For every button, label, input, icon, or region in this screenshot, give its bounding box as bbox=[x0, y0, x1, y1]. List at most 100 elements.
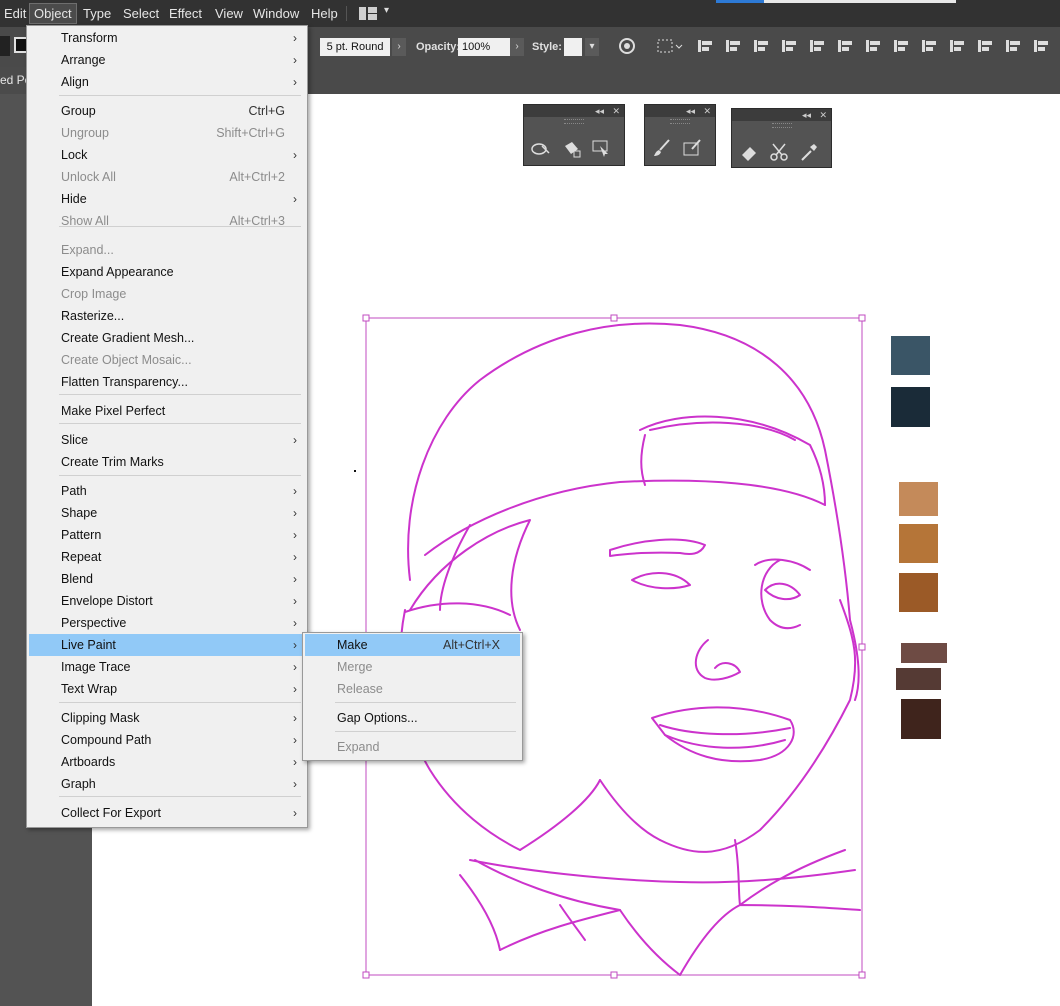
color-swatch[interactable] bbox=[899, 482, 938, 516]
distribute-left-icon[interactable] bbox=[948, 37, 966, 55]
close-icon[interactable]: ✕ bbox=[612, 105, 620, 117]
menu-item-rasterize[interactable]: Rasterize... bbox=[29, 305, 305, 327]
align-distribute-toolbar bbox=[696, 37, 1060, 57]
align-right-icon[interactable] bbox=[752, 37, 770, 55]
opacity-arrow-button[interactable]: › bbox=[510, 38, 524, 56]
align-vertical-center-icon[interactable] bbox=[808, 37, 826, 55]
menu-item-envelope-distort[interactable]: Envelope Distort › bbox=[29, 590, 305, 612]
search-field[interactable] bbox=[764, 0, 956, 3]
transform-icon[interactable] bbox=[1032, 37, 1050, 55]
menu-item-label: Make Pixel Perfect bbox=[61, 404, 166, 418]
menu-item-live-paint[interactable]: Live Paint › bbox=[29, 634, 305, 656]
menu-item-artboards[interactable]: Artboards › bbox=[29, 751, 305, 773]
menu-item-label: Crop Image bbox=[61, 287, 127, 301]
opacity-field[interactable]: 100% bbox=[458, 38, 512, 56]
shape-builder-icon[interactable] bbox=[530, 137, 552, 159]
menu-item-shape[interactable]: Shape › bbox=[29, 502, 305, 524]
live-paint-selection-icon[interactable] bbox=[590, 137, 612, 159]
menu-view[interactable]: View bbox=[211, 4, 247, 23]
menu-item-graph[interactable]: Graph › bbox=[29, 773, 305, 795]
distribute-top-icon[interactable] bbox=[864, 37, 882, 55]
panel-title-bar[interactable] bbox=[524, 105, 624, 117]
close-icon[interactable]: ✕ bbox=[819, 109, 827, 121]
menu-item-expand-appearance[interactable]: Expand Appearance bbox=[29, 261, 305, 283]
color-swatch[interactable] bbox=[899, 573, 938, 612]
stroke-color-icon[interactable] bbox=[0, 36, 10, 56]
menu-edit[interactable]: Edit bbox=[0, 4, 30, 23]
menu-item-compound-path[interactable]: Compound Path › bbox=[29, 729, 305, 751]
menu-item-create-gradient-mesh[interactable]: Create Gradient Mesh... bbox=[29, 327, 305, 349]
distribute-right-icon[interactable] bbox=[1004, 37, 1022, 55]
menu-item-slice[interactable]: Slice › bbox=[29, 429, 305, 451]
menu-item-transform[interactable]: Transform › bbox=[29, 27, 305, 49]
menu-separator bbox=[59, 95, 301, 96]
menu-item-repeat[interactable]: Repeat › bbox=[29, 546, 305, 568]
align-horizontal-center-icon[interactable] bbox=[724, 37, 742, 55]
menu-item-path[interactable]: Path › bbox=[29, 480, 305, 502]
menu-item-blend[interactable]: Blend › bbox=[29, 568, 305, 590]
color-swatch[interactable] bbox=[901, 643, 947, 663]
color-swatch[interactable] bbox=[891, 387, 930, 427]
stroke-profile-field[interactable]: 5 pt. Round bbox=[320, 38, 390, 56]
menu-item-arrange[interactable]: Arrange › bbox=[29, 49, 305, 71]
distribute-bottom-icon[interactable] bbox=[920, 37, 938, 55]
menu-window[interactable]: Window bbox=[249, 4, 303, 23]
menu-item-text-wrap[interactable]: Text Wrap › bbox=[29, 678, 305, 700]
blob-brush-icon[interactable] bbox=[681, 137, 703, 159]
menu-item-image-trace[interactable]: Image Trace › bbox=[29, 656, 305, 678]
menu-item-align[interactable]: Align › bbox=[29, 71, 305, 93]
style-dropdown[interactable]: ▾ bbox=[585, 38, 599, 56]
recolor-artwork-icon[interactable] bbox=[618, 37, 635, 54]
live-paint-bucket-icon[interactable] bbox=[560, 137, 582, 159]
chevron-right-icon: › bbox=[293, 660, 297, 674]
panel-grip[interactable] bbox=[564, 119, 584, 124]
stroke-profile-dropdown[interactable]: › bbox=[392, 38, 406, 56]
menu-item-perspective[interactable]: Perspective › bbox=[29, 612, 305, 634]
menu-help[interactable]: Help bbox=[307, 4, 342, 23]
align-top-icon[interactable] bbox=[780, 37, 798, 55]
eyedropper-icon[interactable] bbox=[798, 141, 820, 163]
floating-tool-panel: ◂◂ ✕ bbox=[644, 104, 716, 166]
menu-item-lock[interactable]: Lock › bbox=[29, 144, 305, 166]
search-field-accent bbox=[716, 0, 764, 3]
chevron-right-icon: › bbox=[293, 777, 297, 791]
paintbrush-icon[interactable] bbox=[651, 137, 673, 159]
distribute-vertical-center-icon[interactable] bbox=[892, 37, 910, 55]
color-swatch[interactable] bbox=[896, 668, 941, 690]
panel-title-bar[interactable] bbox=[732, 109, 831, 121]
align-bottom-icon[interactable] bbox=[836, 37, 854, 55]
scissors-icon[interactable] bbox=[768, 141, 790, 163]
collapse-icon[interactable]: ◂◂ bbox=[802, 109, 811, 121]
menu-separator bbox=[59, 475, 301, 476]
panel-grip[interactable] bbox=[670, 119, 690, 124]
menu-item-pattern[interactable]: Pattern › bbox=[29, 524, 305, 546]
menu-effect[interactable]: Effect bbox=[165, 4, 206, 23]
color-swatch[interactable] bbox=[899, 524, 938, 563]
menu-item-clipping-mask[interactable]: Clipping Mask › bbox=[29, 707, 305, 729]
collapse-icon[interactable]: ◂◂ bbox=[595, 105, 604, 117]
chevron-down-icon[interactable]: ▾ bbox=[384, 5, 389, 16]
menu-type[interactable]: Type bbox=[79, 4, 115, 23]
menu-select[interactable]: Select bbox=[119, 4, 163, 23]
menu-item-hide[interactable]: Hide › bbox=[29, 188, 305, 210]
menu-object[interactable]: Object bbox=[29, 3, 77, 24]
collapse-icon[interactable]: ◂◂ bbox=[686, 105, 695, 117]
color-swatch[interactable] bbox=[901, 699, 941, 739]
menu-item-flatten-transparency[interactable]: Flatten Transparency... bbox=[29, 371, 305, 393]
submenu-item-make[interactable]: Make Alt+Ctrl+X bbox=[305, 634, 520, 656]
align-to-selection-icon[interactable] bbox=[656, 37, 684, 53]
style-swatch[interactable] bbox=[564, 38, 582, 56]
color-swatch[interactable] bbox=[891, 336, 930, 375]
close-icon[interactable]: ✕ bbox=[703, 105, 711, 117]
eraser-icon[interactable] bbox=[738, 141, 760, 163]
menu-item-create-trim-marks[interactable]: Create Trim Marks bbox=[29, 451, 305, 473]
menu-item-group[interactable]: Group Ctrl+G bbox=[29, 100, 305, 122]
menu-item-make-pixel-perfect[interactable]: Make Pixel Perfect bbox=[29, 400, 305, 422]
align-left-icon[interactable] bbox=[696, 37, 714, 55]
menu-item-collect-for-export[interactable]: Collect For Export › bbox=[29, 802, 305, 824]
distribute-horizontal-center-icon[interactable] bbox=[976, 37, 994, 55]
panel-grip[interactable] bbox=[771, 123, 792, 128]
workspace-switcher-icon[interactable] bbox=[359, 7, 377, 20]
submenu-item-gap-options[interactable]: Gap Options... bbox=[305, 707, 520, 729]
menu-item-label: Hide bbox=[61, 192, 87, 206]
